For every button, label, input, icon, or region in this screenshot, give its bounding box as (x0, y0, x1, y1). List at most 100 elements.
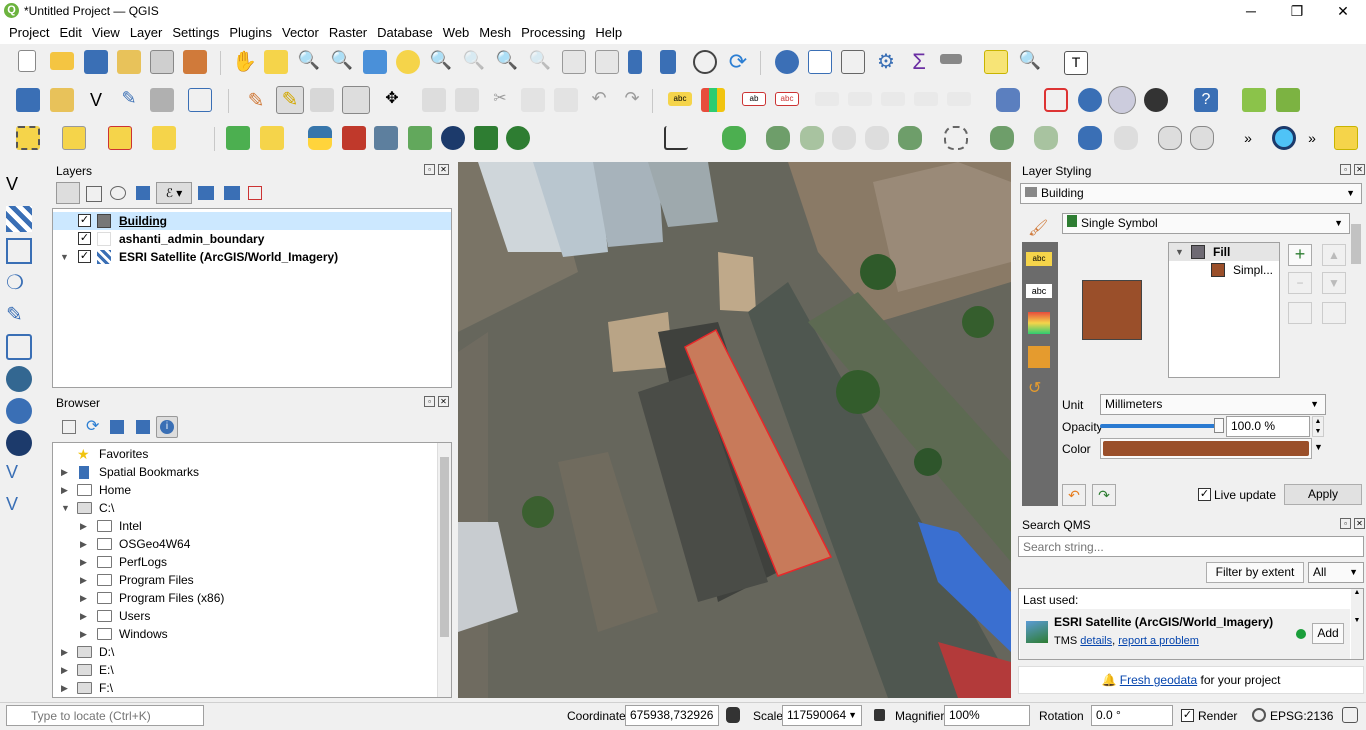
new-3d-view-icon[interactable] (595, 50, 619, 74)
new-map-view-icon[interactable] (562, 50, 586, 74)
show-bookmarks-icon[interactable] (660, 50, 676, 74)
symbol-fill-row[interactable]: ▼ Fill (1169, 243, 1279, 261)
undo-icon[interactable]: ↶ (587, 88, 611, 112)
plugin-info-icon[interactable] (506, 126, 530, 150)
identify-icon[interactable] (775, 50, 799, 74)
digitize-h-icon[interactable] (990, 126, 1014, 150)
renderer-select[interactable]: Single Symbol ▼ (1062, 213, 1350, 234)
add-arcgis-icon[interactable]: V (6, 462, 32, 488)
copy-features-icon[interactable] (521, 88, 545, 112)
digitize-i-icon[interactable] (1034, 126, 1058, 150)
add-spatialite-icon[interactable]: ✎ (6, 302, 32, 328)
zoom-to-selection-icon[interactable] (396, 50, 420, 74)
georeferencer-icon[interactable] (1078, 88, 1102, 112)
plugin-b-icon[interactable] (1276, 88, 1300, 112)
map-tips-icon[interactable] (984, 50, 1008, 74)
layer-row-esri-satellite[interactable]: ▼ ✓ ESRI Satellite (ArcGIS/World_Imagery… (53, 248, 451, 266)
lock-button[interactable] (1322, 302, 1346, 324)
plugin-globe-icon[interactable] (441, 126, 465, 150)
opacity-slider[interactable] (1100, 418, 1224, 433)
menu-help[interactable]: Help (590, 22, 627, 43)
data-source-manager-icon[interactable] (16, 88, 40, 112)
coordinate-toggle-icon[interactable] (726, 707, 740, 723)
zoom-in-icon[interactable]: 🔍 (297, 50, 321, 74)
layer-checkbox[interactable]: ✓ (78, 232, 91, 245)
label-show-hide-icon[interactable] (815, 92, 839, 106)
expand-arrow-icon[interactable]: ▶ (80, 553, 87, 571)
toggle-editing-icon[interactable]: ✎ (276, 86, 304, 114)
qms-result-item[interactable]: ESRI Satellite (ArcGIS/World_Imagery) TM… (1020, 609, 1350, 659)
menu-raster[interactable]: Raster (324, 22, 372, 43)
magnifier-field[interactable]: 100% (944, 705, 1030, 726)
current-edits-icon[interactable]: ✎ (244, 88, 268, 112)
digitize-b-icon[interactable] (766, 126, 790, 150)
paint-brush-icon[interactable]: 🖌 (1028, 218, 1052, 240)
menu-processing[interactable]: Processing (516, 22, 590, 43)
remove-layer-icon[interactable] (248, 186, 262, 200)
binoculars-icon[interactable] (1144, 88, 1168, 112)
overflow-chevron-icon[interactable]: » (1236, 126, 1260, 150)
expand-arrow-icon[interactable]: ▶ (61, 481, 68, 499)
report-problem-link[interactable]: report a problem (1118, 635, 1199, 647)
zoom-next-icon[interactable]: 🔍 (528, 50, 552, 74)
opacity-spin-arrows[interactable]: ▲ ▼ (1312, 416, 1324, 437)
expand-arrow-icon[interactable]: ▼ (60, 248, 69, 266)
browser-info-icon[interactable]: i (156, 416, 178, 438)
annotation-icon[interactable]: 🔍 (1018, 50, 1042, 74)
statistics-sum-icon[interactable]: Σ (907, 50, 931, 74)
labels-tab-icon[interactable]: abc (1026, 252, 1052, 266)
new-memory-layer-icon[interactable] (150, 88, 174, 112)
plugin-curve-icon[interactable] (1334, 126, 1358, 150)
locator-input[interactable] (6, 705, 204, 726)
minimize-button[interactable]: ─ (1228, 0, 1274, 22)
overflow-chevron-2-icon[interactable]: » (1300, 126, 1324, 150)
browser-filter-icon[interactable] (110, 420, 124, 434)
menu-layer[interactable]: Layer (125, 22, 168, 43)
details-link[interactable]: details (1080, 635, 1112, 647)
digitize-g-icon[interactable] (944, 126, 968, 150)
digitize-a-icon[interactable] (722, 126, 746, 150)
digitize-c-icon[interactable] (800, 126, 824, 150)
print-layout-icon[interactable] (150, 50, 174, 74)
add-raster-layer-icon[interactable] (6, 206, 32, 232)
expand-arrow-icon[interactable]: ▶ (61, 661, 68, 679)
expand-arrow-icon[interactable]: ▼ (1175, 243, 1184, 261)
layer-checkbox[interactable]: ✓ (78, 250, 91, 263)
deselect-icon[interactable] (108, 126, 132, 150)
label-change-icon[interactable] (914, 92, 938, 106)
save-project-icon[interactable] (84, 50, 108, 74)
digitize-d-icon[interactable] (832, 126, 856, 150)
pan-hand-icon[interactable]: ✋ (232, 50, 257, 74)
text-annotation-icon[interactable]: T (1064, 51, 1088, 75)
new-project-icon[interactable] (18, 50, 36, 72)
add-selected-icon[interactable] (62, 420, 76, 434)
expand-arrow-icon[interactable]: ▶ (80, 625, 87, 643)
crs-globe-icon[interactable] (1252, 708, 1266, 722)
styling-float-button[interactable]: ▫ (1340, 164, 1351, 175)
new-geopackage-icon[interactable] (50, 88, 74, 112)
vertex-tool-icon[interactable]: ✥ (380, 88, 404, 112)
layer-row-building[interactable]: ✓ Building (53, 212, 451, 230)
apply-button[interactable]: Apply (1284, 484, 1362, 505)
plugin-swipe-icon[interactable] (374, 126, 398, 150)
shape-tools-icon[interactable] (260, 126, 284, 150)
layer-row-admin-boundary[interactable]: ✓ ashanti_admin_boundary (53, 230, 451, 248)
label-highlight-icon[interactable]: abc (775, 92, 799, 106)
expand-arrow-icon[interactable]: ▶ (80, 517, 87, 535)
digitize-f-icon[interactable] (898, 126, 922, 150)
add-symbol-layer-button[interactable]: + (1288, 244, 1312, 266)
history-tab-icon[interactable]: ↺ (1028, 378, 1050, 398)
diagram-icon[interactable] (701, 88, 725, 112)
select-by-value-icon[interactable] (62, 126, 86, 150)
browser-collapse-icon[interactable] (136, 420, 150, 434)
layer-select[interactable]: Building ▼ (1020, 183, 1362, 204)
pan-to-selection-icon[interactable] (264, 50, 288, 74)
add-mesh-layer-icon[interactable] (6, 238, 32, 264)
digitize-k-icon[interactable] (1114, 126, 1138, 150)
style-manager-icon[interactable] (183, 50, 207, 74)
qms-float-button[interactable]: ▫ (1340, 518, 1351, 529)
browser-float-button[interactable]: ▫ (424, 396, 435, 407)
modify-attributes-icon[interactable] (422, 88, 446, 112)
zoom-last-icon[interactable]: 🔍 (495, 50, 519, 74)
fresh-geodata-link[interactable]: Fresh geodata (1120, 673, 1197, 687)
